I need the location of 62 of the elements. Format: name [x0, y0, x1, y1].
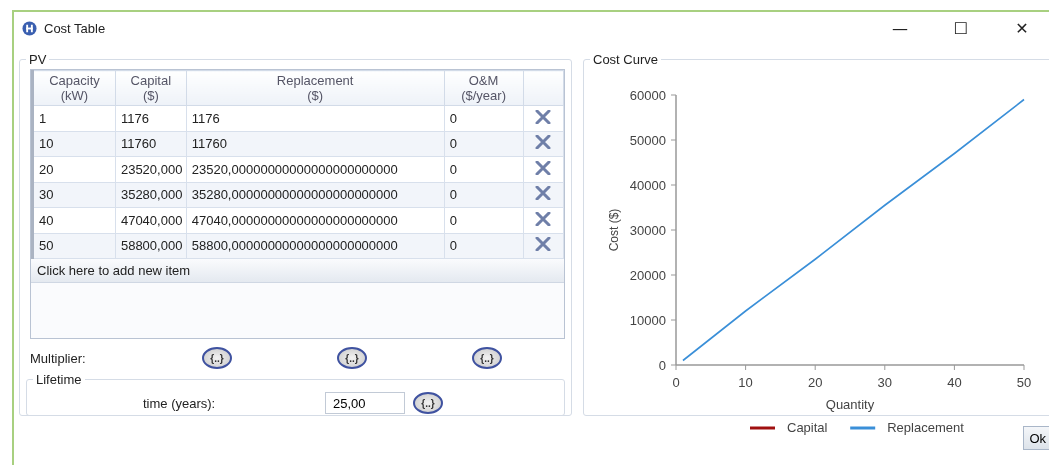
minimize-button[interactable]: —: [873, 12, 927, 44]
table-cell: 1176: [186, 105, 445, 131]
column-header[interactable]: Replacement ($): [186, 70, 445, 106]
delete-icon[interactable]: [535, 160, 552, 175]
formula-button[interactable]: {..}: [202, 347, 232, 369]
table-cell: 10: [32, 131, 116, 157]
group-title: Cost Curve: [592, 52, 660, 67]
table-cell: 0: [444, 156, 523, 182]
y-tick-label: 20000: [629, 268, 666, 283]
table-cell: 58800,00000000000000000000000: [186, 233, 445, 259]
ok-button[interactable]: Ok: [1023, 426, 1049, 450]
legend-label: Replacement: [887, 420, 964, 435]
formula-button[interactable]: {..}: [337, 347, 367, 369]
x-tick-label: 50: [1016, 375, 1032, 390]
table-cell: 47040,000: [115, 207, 187, 233]
y-tick-label: 10000: [629, 313, 666, 328]
table-cell: 47040,00000000000000000000000: [186, 207, 445, 233]
add-item-row[interactable]: Click here to add new item: [31, 259, 564, 283]
legend-label: Capital: [787, 420, 828, 435]
table-cell: 11760: [186, 131, 445, 157]
app-icon: [22, 20, 37, 36]
column-header[interactable]: Capacity (kW): [32, 70, 116, 106]
x-tick-label: 40: [947, 375, 962, 390]
maximize-button[interactable]: ☐: [934, 12, 988, 44]
delete-icon[interactable]: [535, 237, 552, 252]
delete-icon[interactable]: [535, 109, 552, 124]
table-cell: 0: [444, 233, 523, 259]
group-title: Lifetime: [35, 372, 83, 387]
delete-icon[interactable]: [535, 135, 552, 150]
lifetime-input[interactable]: 25,00: [325, 392, 405, 414]
table-cell: 30: [32, 182, 116, 208]
y-axis-title: Cost ($): [607, 208, 621, 252]
x-tick-label: 10: [738, 375, 753, 390]
x-axis-title: Quantity: [825, 397, 875, 412]
column-header[interactable]: Capital ($): [115, 70, 187, 106]
table-cell: 0: [444, 105, 523, 131]
table-cell: 23520,00000000000000000000000: [186, 156, 445, 182]
x-tick-label: 0: [672, 375, 680, 390]
formula-button[interactable]: {..}: [413, 392, 443, 414]
table-cell: 1176: [115, 105, 187, 131]
table-cell: 23520,000: [115, 156, 187, 182]
delete-icon[interactable]: [535, 186, 552, 201]
y-tick-label: 30000: [629, 223, 666, 238]
multiplier-label: Multiplier:: [30, 350, 87, 366]
close-button[interactable]: ✕: [995, 12, 1049, 44]
table-cell: 35280,00000000000000000000000: [186, 182, 445, 208]
x-tick-label: 20: [807, 375, 823, 390]
y-tick-label: 40000: [629, 178, 666, 193]
delete-icon[interactable]: [535, 211, 552, 226]
table-cell: 50: [32, 233, 116, 259]
column-header[interactable]: O&M ($/year): [444, 70, 523, 106]
group-title: PV: [28, 52, 48, 67]
x-tick-label: 30: [877, 375, 893, 390]
field-label: time (years):: [143, 395, 217, 411]
y-tick-label: 50000: [629, 133, 666, 148]
table-cell: 0: [444, 131, 523, 157]
table-cell: 0: [444, 207, 523, 233]
table-cell: 0: [444, 182, 523, 208]
window-title: Cost Table: [44, 20, 107, 36]
formula-button[interactable]: {..}: [472, 347, 502, 369]
y-tick-label: 60000: [629, 88, 666, 103]
y-tick-label: 0: [658, 358, 666, 373]
